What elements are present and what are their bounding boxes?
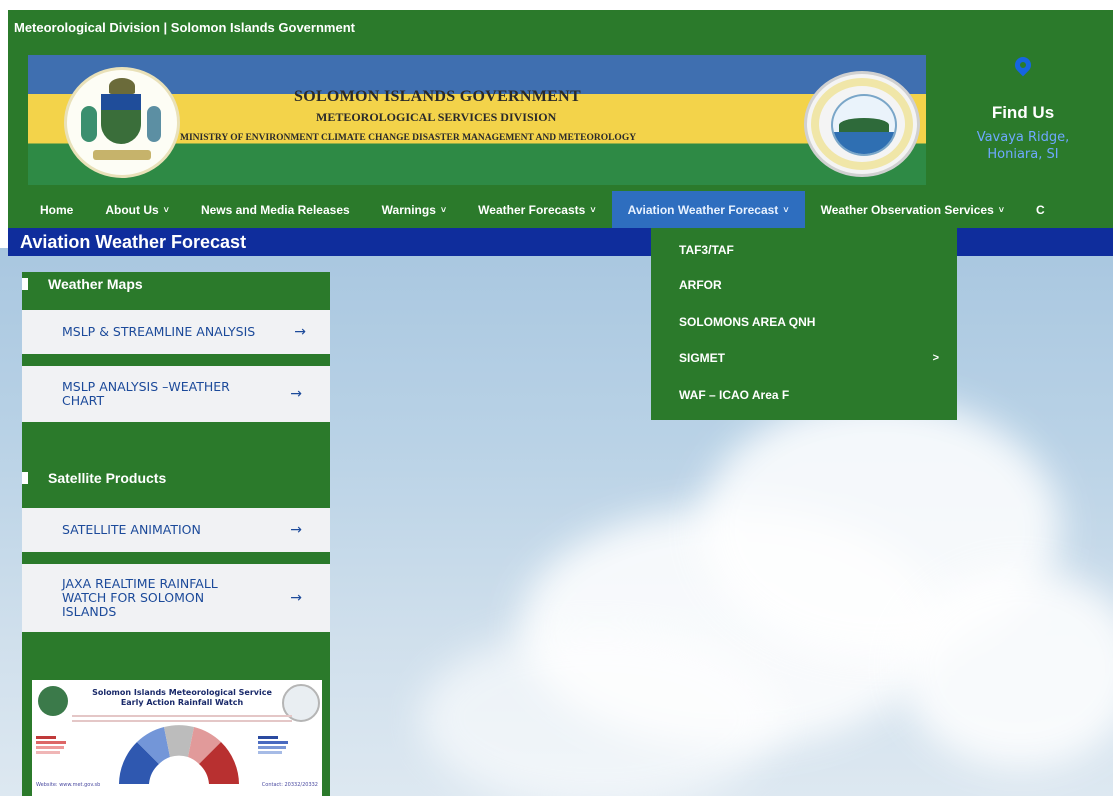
chevron-down-icon: ˅ <box>440 204 447 215</box>
satellite-products-heading: Satellite Products <box>22 466 330 490</box>
link-jaxa-rainfall[interactable]: JAXA REALTIME RAINFALL WATCH FOR SOLOMON… <box>22 564 330 632</box>
arrow-right-icon: → <box>290 522 302 538</box>
heading-bar-icon <box>22 472 28 484</box>
main-nav: Home About Us ˅ News and Media Releases W… <box>8 191 1113 228</box>
map-pin-icon <box>1011 53 1035 77</box>
find-us-address: Vavaya Ridge, Honiara, SI <box>938 129 1108 163</box>
chevron-down-icon: ˅ <box>590 204 596 215</box>
weather-maps-heading: Weather Maps <box>22 272 330 296</box>
met-service-seal-icon <box>804 71 920 177</box>
banner-title: SOLOMON ISLANDS GOVERNMENT <box>294 88 581 105</box>
nav-weather-forecasts[interactable]: Weather Forecasts ˅ <box>462 191 611 228</box>
banner-subtitle: METEOROLOGICAL SERVICES DIVISION <box>316 110 557 124</box>
link-mslp-streamline[interactable]: MSLP & STREAMLINE ANALYSIS → <box>22 310 330 354</box>
menu-item-sigmet[interactable]: SIGMET > <box>679 348 939 368</box>
arrow-right-icon: → <box>290 590 302 606</box>
government-banner: SOLOMON ISLANDS GOVERNMENT METEOROLOGICA… <box>28 55 926 185</box>
find-us[interactable]: Find Us Vavaya Ridge, Honiara, SI <box>938 47 1108 187</box>
rainfall-watch-footer: Website: www.met.gov.sb Contact: 20332/2… <box>36 782 318 788</box>
banner-ministry: MINISTRY OF ENVIRONMENT CLIMATE CHANGE D… <box>180 133 637 143</box>
chevron-right-icon: > <box>932 352 939 364</box>
wet-legend <box>258 734 318 756</box>
top-bar: Meteorological Division | Solomon Island… <box>8 10 1113 45</box>
chevron-down-icon: ˅ <box>783 204 789 215</box>
nav-home[interactable]: Home <box>8 191 89 228</box>
heading-bar-icon <box>22 278 28 290</box>
link-mslp-weather-chart[interactable]: MSLP ANALYSIS –WEATHER CHART → <box>22 366 330 422</box>
nav-more[interactable]: C <box>1020 191 1061 228</box>
menu-item-arfor[interactable]: ARFOR <box>679 275 939 295</box>
header: SOLOMON ISLANDS GOVERNMENT METEOROLOGICA… <box>8 45 1113 191</box>
address-line-2: Honiara, SI <box>987 147 1059 162</box>
arrow-right-icon: → <box>294 324 306 340</box>
find-us-title: Find Us <box>991 103 1055 122</box>
rainfall-gauge-icon <box>119 725 239 784</box>
menu-item-taf[interactable]: TAF3/TAF <box>679 240 939 260</box>
nav-weather-observation[interactable]: Weather Observation Services ˅ <box>805 191 1020 228</box>
link-satellite-animation[interactable]: SATELLITE ANIMATION → <box>22 508 330 552</box>
menu-item-waf[interactable]: WAF – ICAO Area F <box>679 385 939 405</box>
aviation-dropdown-menu: TAF3/TAF ARFOR SOLOMONS AREA QNH SIGMET … <box>651 228 957 420</box>
rainfall-watch-image[interactable]: Solomon Islands Meteorological Service E… <box>32 680 322 796</box>
sidebar: Weather Maps MSLP & STREAMLINE ANALYSIS … <box>22 272 330 796</box>
menu-item-qnh[interactable]: SOLOMONS AREA QNH <box>679 312 939 332</box>
dry-legend <box>36 734 96 756</box>
nav-news-media[interactable]: News and Media Releases <box>185 191 366 228</box>
rainfall-watch-title: Solomon Islands Meteorological Service E… <box>92 688 272 707</box>
site-tagline: Meteorological Division | Solomon Island… <box>14 20 355 35</box>
nav-aviation-weather-forecast[interactable]: Aviation Weather Forecast ˅ <box>611 191 805 228</box>
coat-of-arms-icon <box>38 686 68 716</box>
nav-warnings[interactable]: Warnings ˅ <box>366 191 463 228</box>
coat-of-arms-icon <box>64 67 180 178</box>
address-line-1: Vavaya Ridge, <box>976 130 1070 145</box>
arrow-right-icon: → <box>290 386 302 402</box>
chevron-down-icon: ˅ <box>998 204 1005 215</box>
chevron-down-icon: ˅ <box>163 204 169 215</box>
nav-about-us[interactable]: About Us ˅ <box>89 191 185 228</box>
